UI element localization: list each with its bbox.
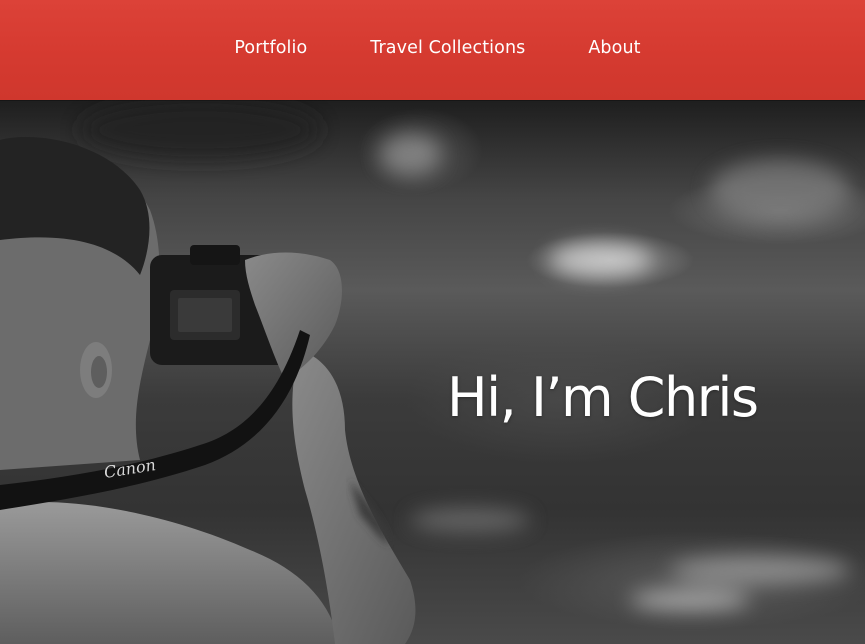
page: Portfolio Travel Collections About Canon…	[0, 0, 865, 644]
nav-link-portfolio[interactable]: Portfolio	[234, 38, 307, 58]
top-navigation-bar: Portfolio Travel Collections About	[0, 0, 865, 100]
nav-link-about[interactable]: About	[588, 38, 640, 58]
hero-section: Canon Hi, I’m Chris	[0, 100, 865, 644]
nav-menu: Portfolio Travel Collections About	[234, 38, 640, 58]
hero-heading: Hi, I’m Chris	[447, 366, 759, 429]
nav-link-travel-collections[interactable]: Travel Collections	[370, 38, 525, 58]
